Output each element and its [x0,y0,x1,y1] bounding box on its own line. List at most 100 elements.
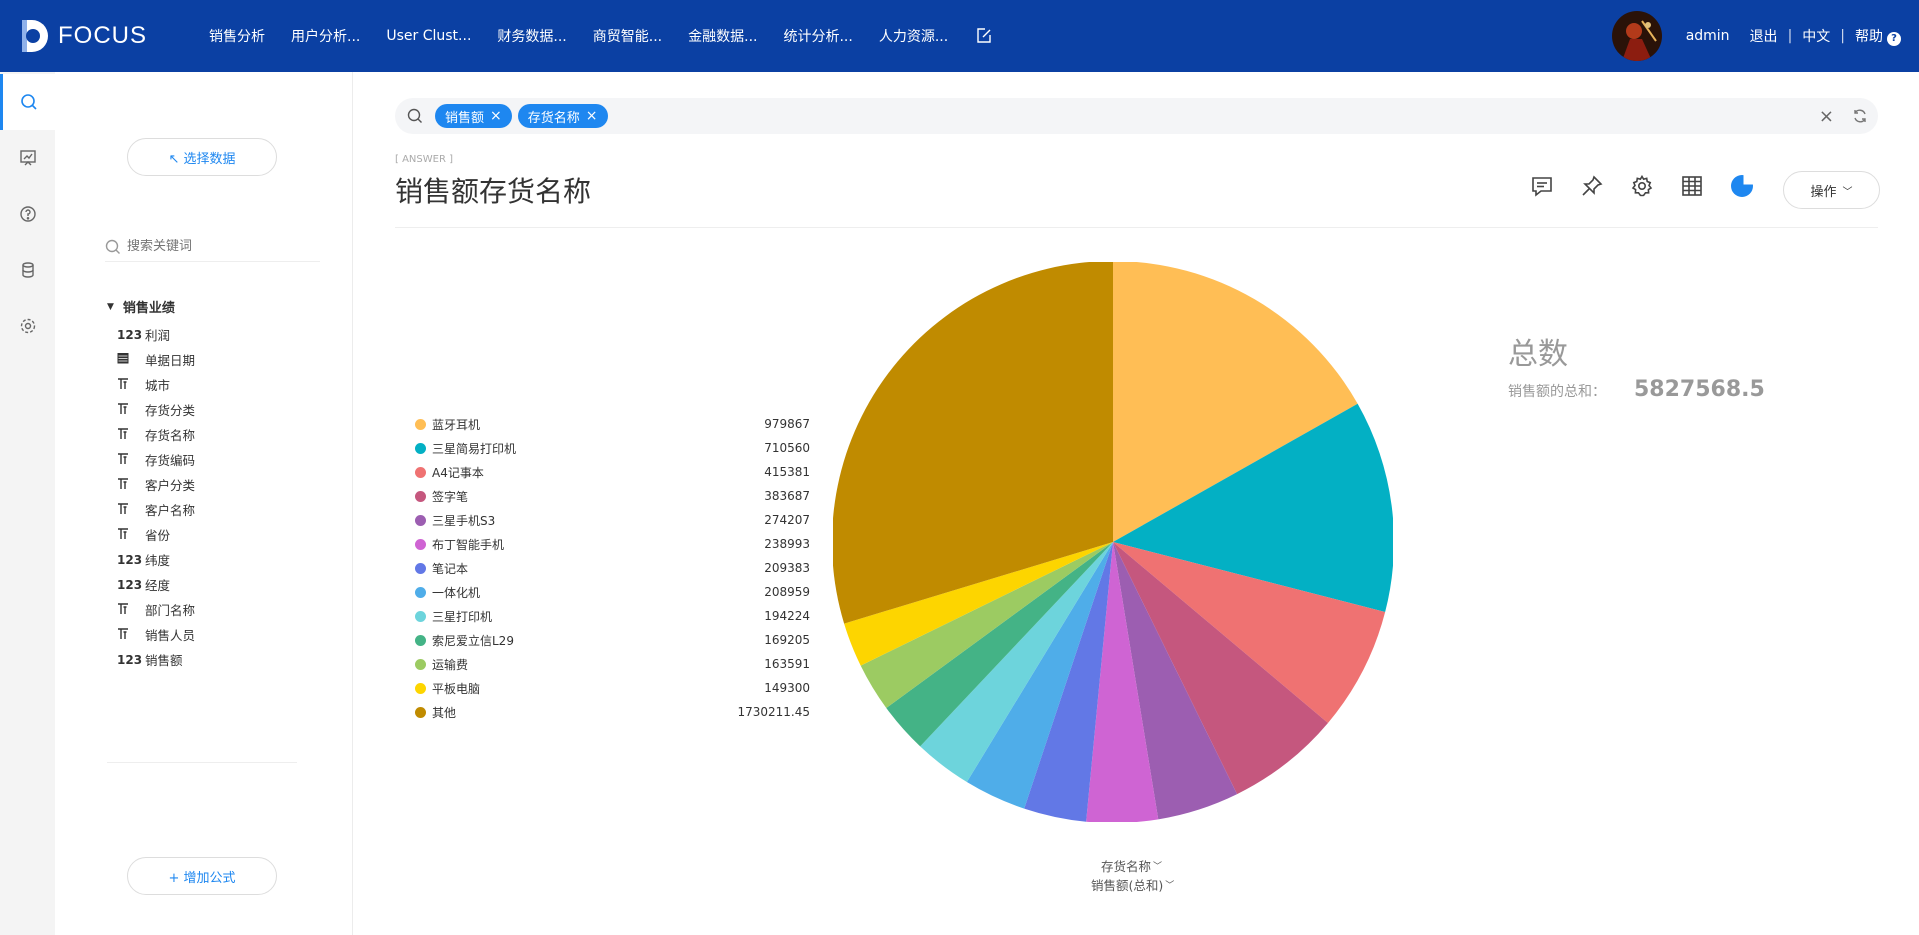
select-data-button[interactable]: ↖ 选择数据 [127,138,277,176]
query-chip[interactable]: 存货名称 × [517,104,608,128]
chart-legend: 蓝牙耳机 979867 三星简易打印机 710560 A4记事本 415381 签字笔 383… [415,412,810,724]
language-switch[interactable]: 中文 [1792,26,1840,46]
legend-value: 415381 [764,465,810,479]
category-axis-selector[interactable]: 存货名称 ﹀ [1101,856,1162,875]
legend-item[interactable]: 平板电脑 149300 [415,676,810,700]
field-name: 单据日期 [145,353,196,368]
field-item[interactable]: 单据日期 [117,347,195,372]
field-item[interactable]: 123 经度 [117,572,195,597]
query-bar[interactable]: 销售额 × 存货名称 × × [395,98,1878,134]
keyword-search-input[interactable] [127,239,307,254]
legend-value: 163591 [764,657,810,671]
legend-label: 布丁智能手机 [432,537,505,552]
field-item[interactable]: 123 销售额 [117,647,195,672]
legend-item[interactable]: A4记事本 415381 [415,460,810,484]
field-item[interactable]: 省份 [117,522,195,547]
nav-item-hr[interactable]: 人力资源... [866,26,961,46]
legend-item[interactable]: 运输费 163591 [415,652,810,676]
remove-chip-icon[interactable]: × [586,108,598,124]
nav-item-user-cluster[interactable]: User Clust... [373,28,484,44]
text-type-icon [117,377,145,393]
nav-item-user-analysis[interactable]: 用户分析... [278,26,373,46]
field-name: 客户名称 [145,503,196,518]
avatar[interactable] [1611,11,1662,61]
nav-item-financial-data[interactable]: 金融数据... [675,26,770,46]
field-item[interactable]: 客户名称 [117,497,195,522]
legend-label: 平板电脑 [432,681,481,696]
legend-item[interactable]: 笔记本 209383 [415,556,810,580]
nav-item-sales[interactable]: 销售分析 [196,26,278,46]
legend-item[interactable]: 三星打印机 194224 [415,604,810,628]
dashboard-button[interactable] [0,130,55,186]
field-item[interactable]: 客户分类 [117,472,195,497]
database-button[interactable] [0,242,55,298]
numeric-type-icon: 123 [117,552,143,567]
field-item[interactable]: 城市 [117,372,195,397]
legend-item[interactable]: 布丁智能手机 238993 [415,532,810,556]
username[interactable]: admin [1676,28,1740,44]
data-panel: ↖ 选择数据 ▼ 销售业绩 123利润单据日期城市存货分类存货名称存货编码客户分… [55,72,353,935]
clear-icon[interactable]: × [1819,106,1834,127]
field-name: 经度 [145,578,171,593]
field-item[interactable]: 存货编码 [117,447,195,472]
legend-item[interactable]: 三星手机S3 274207 [415,508,810,532]
nav-item-trade[interactable]: 商贸智能... [580,26,675,46]
pin-button[interactable] [1578,172,1606,200]
add-formula-button[interactable]: + 增加公式 [127,857,277,895]
comment-button[interactable] [1528,172,1556,200]
legend-swatch [415,562,426,574]
field-item[interactable]: 123 利润 [117,322,195,347]
legend-item[interactable]: 签字笔 383687 [415,484,810,508]
field-item[interactable]: 123 纬度 [117,547,195,572]
field-item[interactable]: 存货名称 [117,422,195,447]
field-name: 城市 [145,378,171,393]
category-axis-label: 存货名称 [1101,859,1152,874]
field-name: 纬度 [145,553,171,568]
gear-icon [1631,174,1653,197]
query-chip[interactable]: 销售额 × [435,104,512,128]
summary-title: 总数 [1508,337,1568,372]
top-navbar: FOCUS 销售分析 用户分析... User Clust... 财务数据...… [0,0,1919,72]
value-axis-selector[interactable]: 销售额(总和) ﹀ [1091,875,1174,894]
legend-label: 索尼爱立信L29 [432,633,514,648]
field-name: 存货名称 [145,428,196,443]
search-mode-button[interactable] [0,74,55,130]
legend-item[interactable]: 蓝牙耳机 979867 [415,412,810,436]
legend-item[interactable]: 三星简易打印机 710560 [415,436,810,460]
help-link[interactable]: 帮助? [1845,26,1919,46]
operation-dropdown[interactable]: 操作 ﹀ [1783,171,1880,209]
logout-link[interactable]: 退出 [1740,26,1788,46]
operation-label: 操作 [1810,184,1837,200]
main-nav: 销售分析 用户分析... User Clust... 财务数据... 商贸智能.… [196,0,993,72]
legend-item[interactable]: 其他 1730211.45 [415,700,810,724]
field-name: 销售额 [145,653,183,668]
legend-swatch [415,418,426,430]
table-node[interactable]: ▼ 销售业绩 [107,297,175,316]
legend-item[interactable]: 一体化机 208959 [415,580,810,604]
legend-swatch [415,658,426,670]
legend-item[interactable]: 索尼爱立信L29 169205 [415,628,810,652]
summary-label: 销售额的总和： [1508,384,1606,400]
remove-chip-icon[interactable]: × [490,108,502,124]
settings-button[interactable] [0,298,55,354]
field-item[interactable]: 销售人员 [117,622,195,647]
numeric-type-icon: 123 [117,327,143,342]
legend-value: 979867 [764,417,810,431]
edit-icon[interactable] [975,27,993,45]
pin-icon [1582,175,1603,196]
chart-view-button[interactable] [1728,172,1756,200]
help-button[interactable] [0,186,55,242]
user-area: admin 退出 | 中文 | 帮助? [1611,0,1919,72]
settings-button[interactable] [1628,172,1656,200]
field-item[interactable]: 存货分类 [117,397,195,422]
nav-item-finance[interactable]: 财务数据... [484,26,579,46]
chevron-down-icon: ﹀ [1165,881,1175,891]
refresh-icon[interactable] [1852,108,1868,124]
focus-logo[interactable]: FOCUS [18,17,196,55]
table-view-button[interactable] [1678,172,1706,200]
nav-item-statistics[interactable]: 统计分析... [770,26,865,46]
brand-name: FOCUS [58,22,147,49]
pie-chart [833,262,1393,822]
field-item[interactable]: 部门名称 [117,597,195,622]
divider [107,762,297,763]
